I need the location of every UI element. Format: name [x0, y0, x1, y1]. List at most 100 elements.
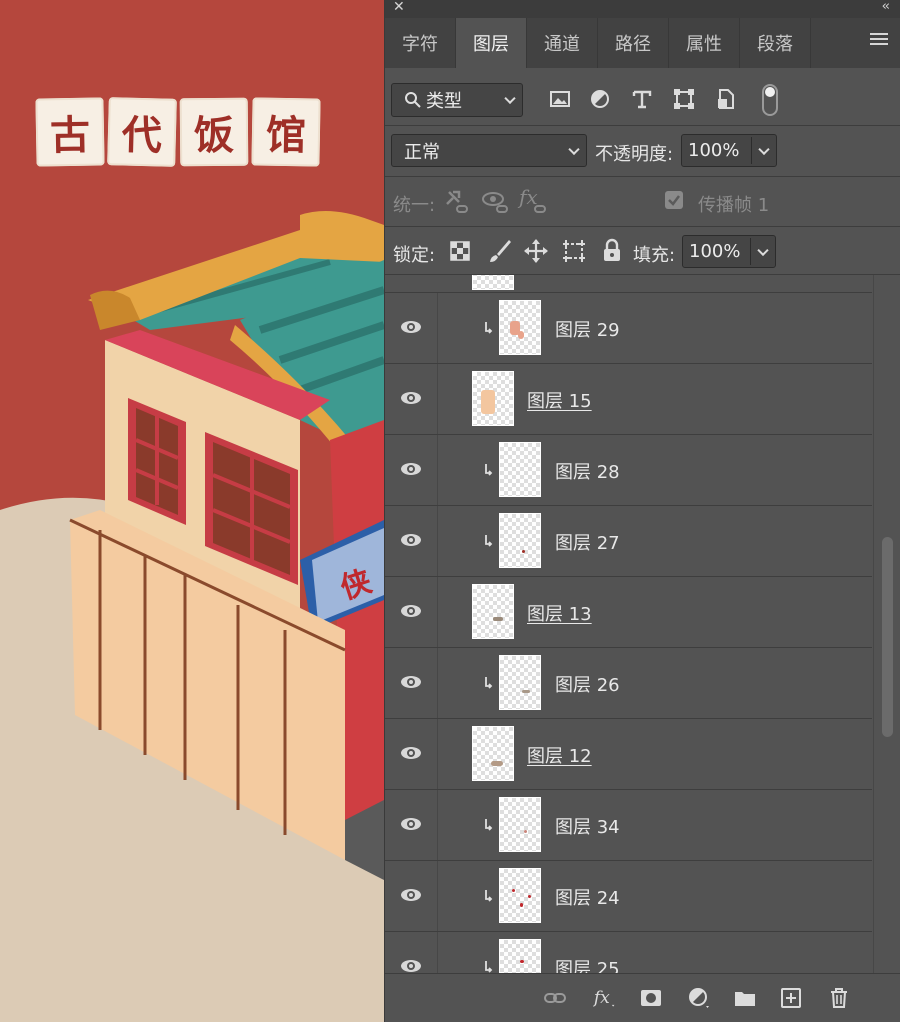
- opacity-label: 不透明度:: [595, 144, 674, 165]
- lock-label: 锁定:: [393, 245, 436, 266]
- filter-kind-dropdown[interactable]: 类型: [391, 83, 523, 117]
- search-icon: [405, 92, 421, 108]
- layer-name[interactable]: 图层 26: [555, 671, 620, 697]
- visibility-eye-icon[interactable]: [400, 675, 422, 689]
- clipping-mask-arrow-icon: [485, 961, 493, 973]
- layer-name[interactable]: 图层 29: [555, 316, 620, 342]
- layer-name[interactable]: 图层 15: [527, 387, 592, 413]
- layer-row[interactable]: 图层 29: [385, 292, 872, 363]
- visibility-eye-icon[interactable]: [400, 391, 422, 405]
- layer-name[interactable]: 图层 13: [527, 600, 592, 626]
- layer-name[interactable]: 图层 28: [555, 458, 620, 484]
- add-mask-icon[interactable]: [639, 986, 663, 1010]
- visibility-eye-icon[interactable]: [400, 604, 422, 618]
- layer-row[interactable]: 图层 26: [385, 647, 872, 718]
- layer-thumbnail: [499, 300, 541, 355]
- visibility-eye-icon[interactable]: [400, 817, 422, 831]
- blend-mode-label: 正常: [404, 141, 440, 163]
- unify-visibility-icon[interactable]: [481, 188, 511, 216]
- collapse-panel-icon[interactable]: ‹‹: [882, 0, 891, 14]
- opacity-field[interactable]: 100%: [681, 134, 777, 167]
- opacity-chevron-icon[interactable]: [758, 143, 770, 155]
- layer-name[interactable]: 图层 25: [555, 955, 620, 973]
- panel-title-strip: ✕ ‹‹: [385, 0, 900, 18]
- propagate-frame-checkbox[interactable]: [665, 191, 683, 209]
- visibility-eye-icon[interactable]: [400, 462, 422, 476]
- layer-row[interactable]: 图层 34: [385, 789, 872, 860]
- layer-thumbnail: [499, 939, 541, 973]
- visibility-eye-icon[interactable]: [400, 888, 422, 902]
- layer-row[interactable]: 图层 13: [385, 576, 872, 647]
- filter-type-layers-icon[interactable]: [631, 88, 653, 110]
- unify-position-icon[interactable]: [443, 188, 471, 216]
- shop-title-tiles: 古 代 饭 馆: [35, 97, 321, 167]
- blend-mode-dropdown[interactable]: 正常: [391, 134, 587, 167]
- layer-name[interactable]: 图层 24: [555, 884, 620, 910]
- panel-menu-icon[interactable]: [870, 33, 888, 48]
- scrollbar-thumb[interactable]: [882, 537, 893, 737]
- close-panel-icon[interactable]: ✕: [393, 0, 405, 15]
- layer-thumbnail: [499, 655, 541, 710]
- layer-row[interactable]: 图层 28: [385, 434, 872, 505]
- tab-character[interactable]: 字符: [385, 18, 456, 68]
- layer-row[interactable]: 图层 24: [385, 860, 872, 931]
- unify-label: 统一:: [393, 195, 436, 216]
- clipping-mask-arrow-icon: [485, 890, 493, 902]
- panel-tabs: 字符 图层 通道 路径 属性 段落: [385, 18, 900, 68]
- fill-field[interactable]: 100%: [682, 235, 776, 268]
- visibility-eye-icon[interactable]: [400, 959, 422, 973]
- tab-paragraph[interactable]: 段落: [740, 18, 811, 68]
- fill-chevron-icon[interactable]: [757, 244, 769, 256]
- add-layer-style-icon[interactable]: fx: [593, 986, 617, 1010]
- layer-row[interactable]: 图层 12: [385, 718, 872, 789]
- filter-pixel-layers-icon[interactable]: [549, 88, 571, 110]
- new-fill-adjustment-layer-icon[interactable]: [687, 986, 711, 1010]
- link-layers-icon[interactable]: [543, 986, 567, 1010]
- new-group-folder-icon[interactable]: [733, 986, 757, 1010]
- layers-list[interactable]: 图层 29 图层 15 图层 28 图层 27 图层 13 图层 26 图层 1…: [385, 275, 872, 973]
- visibility-eye-icon[interactable]: [400, 533, 422, 547]
- fill-label: 填充:: [633, 245, 676, 266]
- tab-paths[interactable]: 路径: [598, 18, 669, 68]
- document-canvas[interactable]: 古 代 饭 馆 侠: [0, 0, 384, 1022]
- layer-name[interactable]: 图层 34: [555, 813, 620, 839]
- lock-all-icon[interactable]: [601, 238, 623, 264]
- layers-bottom-toolbar: fx: [385, 973, 900, 1022]
- filter-toggle-switch[interactable]: [762, 84, 778, 116]
- layers-scrollbar[interactable]: [873, 275, 900, 973]
- filter-smart-objects-icon[interactable]: [715, 88, 737, 110]
- visibility-eye-icon[interactable]: [400, 746, 422, 760]
- layer-thumbnail: [499, 868, 541, 923]
- filter-adjustment-layers-icon[interactable]: [589, 88, 611, 110]
- title-char: 饭: [179, 97, 249, 167]
- clipping-mask-arrow-icon: [485, 677, 493, 689]
- delete-layer-trash-icon[interactable]: [827, 986, 851, 1010]
- svg-text:fx: fx: [517, 186, 538, 209]
- svg-text:fx: fx: [593, 988, 610, 1008]
- layer-thumbnail: [499, 442, 541, 497]
- lock-position-icon[interactable]: [523, 238, 549, 264]
- title-char: 代: [107, 97, 177, 167]
- clipping-mask-arrow-icon: [485, 535, 493, 547]
- title-char: 馆: [251, 97, 321, 167]
- unify-style-icon[interactable]: fx: [517, 186, 549, 216]
- layer-row[interactable]: 图层 25: [385, 931, 872, 973]
- tab-properties[interactable]: 属性: [669, 18, 740, 68]
- tab-layers[interactable]: 图层: [456, 18, 527, 68]
- layer-row[interactable]: 图层 15: [385, 363, 872, 434]
- new-layer-icon[interactable]: [779, 986, 803, 1010]
- filter-kind-label: 类型: [426, 91, 462, 112]
- clipping-mask-arrow-icon: [485, 322, 493, 334]
- layer-name[interactable]: 图层 27: [555, 529, 620, 555]
- lock-artboard-icon[interactable]: [561, 238, 587, 264]
- clipping-mask-arrow-icon: [485, 464, 493, 476]
- layer-name[interactable]: 图层 12: [527, 742, 592, 768]
- layer-thumbnail: [499, 513, 541, 568]
- visibility-eye-icon[interactable]: [400, 320, 422, 334]
- filter-shape-layers-icon[interactable]: [673, 88, 695, 110]
- lock-transparent-pixels-icon[interactable]: [449, 240, 471, 262]
- lock-image-pixels-icon[interactable]: [487, 238, 513, 264]
- tab-channels[interactable]: 通道: [527, 18, 598, 68]
- layer-row[interactable]: 图层 27: [385, 505, 872, 576]
- layer-thumbnail: [472, 726, 514, 781]
